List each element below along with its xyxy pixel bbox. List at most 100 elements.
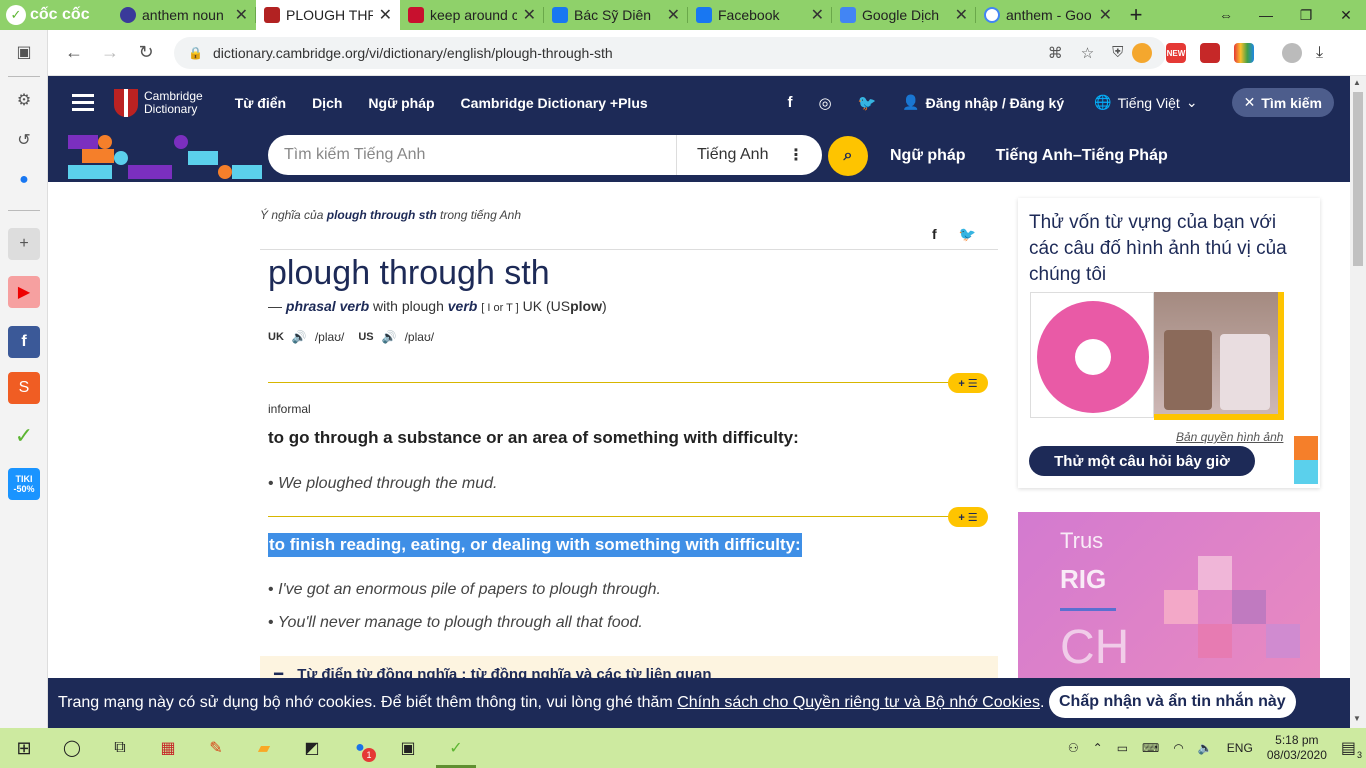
- people-icon[interactable]: ⚇: [1068, 741, 1079, 755]
- scroll-up-icon[interactable]: ▲: [1353, 78, 1361, 87]
- input-language[interactable]: ENG: [1227, 741, 1253, 755]
- page-scrollbar[interactable]: ▲ ▼: [1350, 76, 1366, 728]
- taskbar-paint-icon[interactable]: ✎: [192, 728, 240, 768]
- tab-2[interactable]: PLOUGH THRO ✕: [256, 0, 400, 30]
- extension-new-icon[interactable]: NEW: [1166, 43, 1186, 63]
- search-input[interactable]: Tìm kiếm Tiếng Anh Tiếng Anh ⋮: [268, 135, 822, 175]
- extension-chrome-icon[interactable]: [1132, 43, 1152, 63]
- cookie-policy-link[interactable]: Chính sách cho Quyền riêng tư và Bộ nhớ …: [677, 694, 1040, 712]
- nav-translate[interactable]: Dịch: [312, 95, 342, 111]
- search-toggle-button[interactable]: ✕ Tìm kiếm: [1231, 88, 1334, 117]
- extension-grid-icon[interactable]: [1234, 43, 1254, 63]
- advertisement[interactable]: Trus RIG CH: [1018, 512, 1320, 678]
- accept-cookies-button[interactable]: Chấp nhận và ẩn tin nhắn này: [1049, 686, 1296, 718]
- close-tab-icon[interactable]: ✕: [667, 5, 680, 25]
- add-to-list-button[interactable]: + ☰: [948, 507, 988, 527]
- keyboard-icon[interactable]: ⌨: [1142, 741, 1159, 755]
- add-to-list-button[interactable]: + ☰: [948, 373, 988, 393]
- sidebar-toggle-icon[interactable]: ▣: [8, 36, 40, 68]
- search-link-english-french[interactable]: Tiếng Anh–Tiếng Pháp: [996, 147, 1168, 165]
- taskbar-app-icon[interactable]: ▦: [144, 728, 192, 768]
- tab-3[interactable]: keep around c ✕: [400, 0, 544, 30]
- share-twitter-icon[interactable]: 🐦: [959, 226, 976, 243]
- nav-plus[interactable]: Cambridge Dictionary +Plus: [461, 95, 648, 111]
- ad-text-3: CH: [1060, 621, 1130, 674]
- tiki-icon[interactable]: TIKI -50%: [8, 468, 40, 500]
- shopee-icon[interactable]: S: [8, 372, 40, 404]
- history-icon[interactable]: ↺: [8, 124, 40, 156]
- new-tab-button[interactable]: +: [1120, 0, 1152, 30]
- close-tab-icon[interactable]: ✕: [235, 5, 248, 25]
- uk-audio-icon[interactable]: 🔊: [292, 330, 307, 344]
- wifi-icon[interactable]: ◠: [1173, 741, 1183, 755]
- search-band: Tìm kiếm Tiếng Anh Tiếng Anh ⋮ ⌕ Ngữ phá…: [48, 129, 1350, 182]
- tab-6[interactable]: Google Dịch ✕: [832, 0, 976, 30]
- facebook-icon[interactable]: f: [787, 94, 792, 112]
- tab-menu-icon[interactable]: ⇔: [1206, 0, 1246, 30]
- extension-red-icon[interactable]: [1200, 43, 1220, 63]
- search-link-grammar[interactable]: Ngữ pháp: [890, 147, 966, 165]
- battery-icon[interactable]: ▭: [1117, 741, 1128, 755]
- search-circle-icon[interactable]: ◯: [48, 728, 96, 768]
- profile-avatar[interactable]: [1282, 43, 1302, 63]
- close-tab-icon[interactable]: ✕: [523, 5, 536, 25]
- close-window-button[interactable]: ✕: [1326, 0, 1366, 30]
- login-link[interactable]: 👤 Đăng nhập / Đăng ký: [902, 94, 1064, 111]
- share-facebook-icon[interactable]: f: [932, 226, 937, 243]
- file-explorer-icon[interactable]: ▰: [240, 728, 288, 768]
- notification-center-icon[interactable]: ▤ 3: [1341, 738, 1362, 760]
- part-of-speech[interactable]: phrasal verb: [286, 298, 369, 314]
- lock-icon: 🔒: [188, 46, 203, 60]
- hamburger-menu-icon[interactable]: [72, 94, 94, 111]
- coccoc-icon[interactable]: ✓: [8, 420, 40, 452]
- shield-icon[interactable]: ⛨: [1112, 44, 1123, 62]
- forward-arrow-icon[interactable]: →: [92, 42, 128, 63]
- coccoc-taskbar-icon[interactable]: ✓: [432, 728, 480, 768]
- close-tab-icon[interactable]: ✕: [1099, 5, 1112, 25]
- tab-1[interactable]: anthem noun ✕: [112, 0, 256, 30]
- task-view-icon[interactable]: ⧉: [96, 728, 144, 768]
- browser-brand[interactable]: ✓ cốc cốc: [0, 0, 112, 30]
- language-selector[interactable]: 🌐 Tiếng Việt ⌄: [1094, 94, 1197, 111]
- verb-label[interactable]: verb: [448, 298, 478, 314]
- try-quiz-button[interactable]: Thử một câu hỏi bây giờ: [1029, 446, 1255, 476]
- us-audio-icon[interactable]: 🔊: [382, 330, 397, 344]
- reload-icon[interactable]: ↻: [128, 42, 164, 63]
- instagram-icon[interactable]: ◎: [818, 94, 831, 112]
- close-tab-icon[interactable]: ✕: [379, 5, 392, 25]
- maximize-button[interactable]: ❐: [1286, 0, 1326, 30]
- close-tab-icon[interactable]: ✕: [811, 5, 824, 25]
- tray-chevron-up-icon[interactable]: ⌃: [1093, 741, 1103, 755]
- settings-gear-icon[interactable]: ⚙: [8, 84, 40, 116]
- back-arrow-icon[interactable]: ←: [56, 42, 92, 63]
- tab-5[interactable]: Facebook ✕: [688, 0, 832, 30]
- facebook-icon[interactable]: f: [8, 326, 40, 358]
- dictionary-select[interactable]: Tiếng Anh ⋮: [676, 135, 822, 175]
- sticky-notes-icon[interactable]: ◩: [288, 728, 336, 768]
- cambridge-logo[interactable]: Cambridge Dictionary: [114, 88, 203, 117]
- thesaurus-section[interactable]: ━ Từ điển từ đồng nghĩa : từ đồng nghĩa …: [260, 656, 998, 678]
- download-arrow-icon[interactable]: ⤓: [1316, 44, 1323, 62]
- twitter-icon[interactable]: 🐦: [858, 94, 877, 112]
- tab-7[interactable]: anthem - Goo ✕: [976, 0, 1120, 30]
- zalo-icon[interactable]: ● 1: [336, 728, 384, 768]
- search-button[interactable]: ⌕: [828, 136, 868, 176]
- messenger-icon[interactable]: ●: [8, 164, 40, 196]
- translate-icon[interactable]: ⌘: [1048, 44, 1063, 62]
- scrollbar-thumb[interactable]: [1353, 92, 1363, 266]
- bookmark-star-icon[interactable]: ☆: [1081, 44, 1094, 62]
- windows-start-icon[interactable]: ⊞: [0, 728, 48, 768]
- image-copyright-link[interactable]: Bản quyền hình ảnh: [1176, 430, 1283, 444]
- volume-icon[interactable]: 🔈: [1198, 741, 1213, 755]
- scroll-down-icon[interactable]: ▼: [1353, 714, 1361, 723]
- nav-dictionary[interactable]: Từ điển: [235, 95, 286, 111]
- nav-grammar[interactable]: Ngữ pháp: [368, 95, 434, 111]
- youtube-icon[interactable]: ▶: [8, 276, 40, 308]
- minimize-button[interactable]: —: [1246, 0, 1286, 30]
- url-field[interactable]: 🔒 dictionary.cambridge.org/vi/dictionary…: [174, 37, 1166, 69]
- tab-4[interactable]: Bác Sỹ Diên ✕: [544, 0, 688, 30]
- taskbar-app2-icon[interactable]: ▣: [384, 728, 432, 768]
- clock[interactable]: 5:18 pm 08/03/2020: [1267, 733, 1327, 763]
- close-tab-icon[interactable]: ✕: [955, 5, 968, 25]
- add-panel-icon[interactable]: +: [8, 228, 40, 260]
